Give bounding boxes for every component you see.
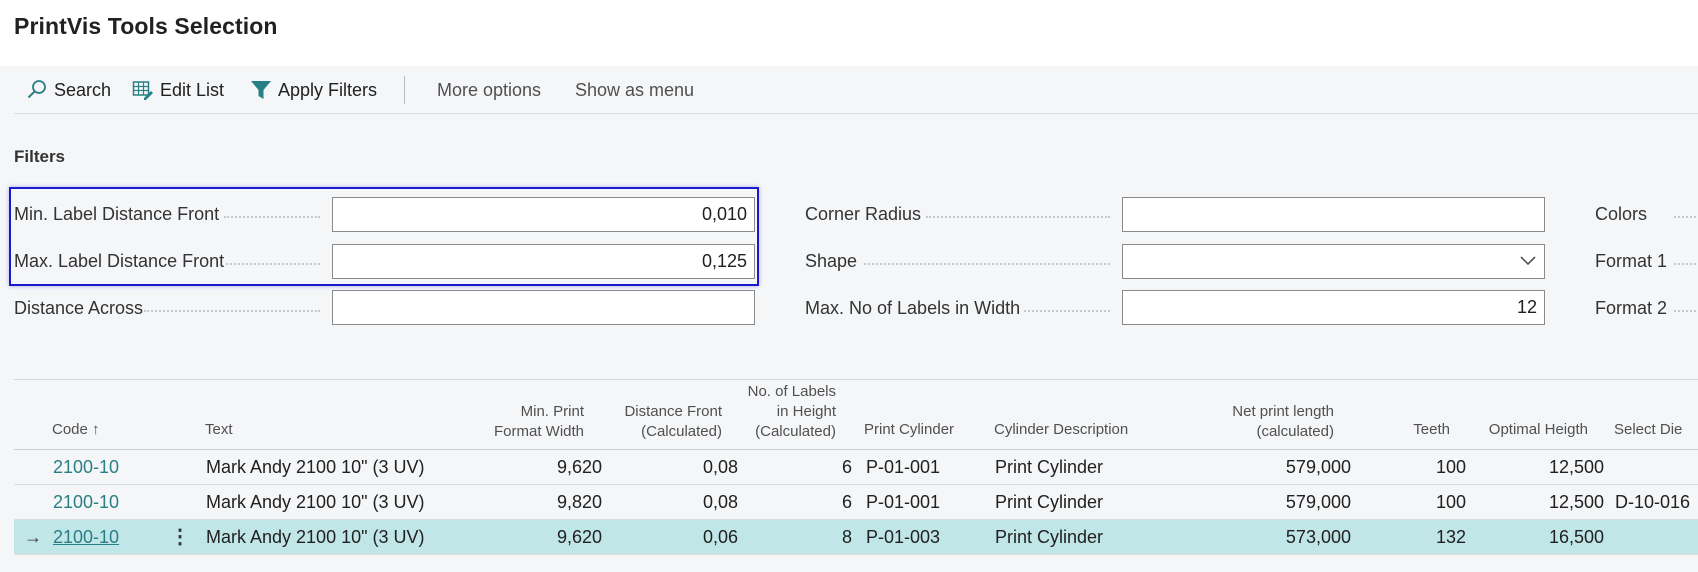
net-print-length-cell: 579,000	[1285, 492, 1351, 512]
header-line: Min. Print	[520, 403, 584, 420]
column-header-code[interactable]: Code ↑	[52, 420, 100, 440]
apply-filters-button[interactable]: Apply Filters	[250, 79, 377, 101]
cylinder-description-cell: Print Cylinder	[995, 492, 1104, 512]
dotted-leader	[1674, 310, 1696, 312]
cylinder-description-cell: Print Cylinder	[995, 527, 1104, 547]
code-link[interactable]: 2100-10	[53, 520, 119, 555]
show-as-menu-button[interactable]: Show as menu	[575, 79, 694, 101]
dotted-leader	[144, 310, 320, 312]
print-cylinder-cell: P-01-001	[866, 492, 941, 512]
teeth-cell: 132	[1435, 527, 1466, 547]
action-bar-divider	[14, 113, 1698, 114]
max-labels-in-width-label: Max. No of Labels in Width	[805, 298, 1021, 318]
column-header-select-die[interactable]: Select Die	[1614, 420, 1682, 440]
highlight-frame	[9, 187, 759, 286]
net-print-length-cell: 579,000	[1285, 457, 1351, 477]
min-print-cell: 9,620	[556, 457, 602, 477]
corner-radius-input[interactable]	[1122, 197, 1545, 232]
column-header-min-print-format-width[interactable]: Min. Print Format Width	[440, 402, 584, 442]
apply-filters-label: Apply Filters	[278, 79, 378, 100]
column-header-code-label: Code	[52, 421, 88, 438]
header-line: No. of Labels	[747, 383, 836, 400]
header-line: in Height	[776, 403, 836, 420]
header-line: (Calculated)	[641, 423, 722, 440]
table-row[interactable]: 2100-10 Mark Andy 2100 10" (3 UV) 9,620 …	[14, 450, 1698, 485]
max-labels-in-width-input[interactable]: 12	[1122, 290, 1545, 325]
text-cell: Mark Andy 2100 10" (3 UV)	[206, 492, 425, 512]
filter-icon	[250, 79, 272, 101]
min-print-cell: 9,620	[556, 527, 602, 547]
labels-in-height-cell: 6	[841, 457, 852, 477]
dotted-leader	[1674, 216, 1696, 218]
column-header-labels-in-height[interactable]: No. of Labels in Height (Calculated)	[720, 382, 836, 442]
edit-list-label: Edit List	[160, 79, 225, 100]
text-cell: Mark Andy 2100 10" (3 UV)	[206, 527, 425, 547]
corner-radius-label: Corner Radius	[805, 204, 922, 224]
teeth-cell: 100	[1435, 457, 1466, 477]
search-icon	[26, 79, 48, 101]
optimal-height-cell: 12,500	[1548, 492, 1604, 512]
chevron-down-icon	[1519, 251, 1537, 272]
more-options-button[interactable]: More options	[437, 79, 541, 101]
search-label: Search	[54, 79, 112, 100]
action-bar: Search Edit List Apply Filters More opti…	[0, 66, 1698, 114]
colors-label: Colors	[1595, 204, 1648, 224]
print-cylinder-cell: P-01-001	[866, 457, 941, 477]
distance-across-label: Distance Across	[14, 298, 144, 318]
column-header-cylinder-description[interactable]: Cylinder Description	[994, 420, 1128, 440]
sort-ascending-icon: ↑	[92, 421, 100, 438]
dotted-leader	[926, 216, 1110, 218]
header-line: (Calculated)	[755, 423, 836, 440]
labels-in-height-cell: 8	[841, 527, 852, 547]
select-die-cell[interactable]: D-10-016	[1615, 485, 1690, 520]
distance-across-input[interactable]	[332, 290, 755, 325]
row-actions-menu-icon[interactable]: ⋮	[170, 520, 190, 555]
column-header-print-cylinder[interactable]: Print Cylinder	[864, 420, 954, 440]
distance-front-cell: 0,06	[702, 527, 738, 547]
title-bar: PrintVis Tools Selection	[0, 0, 1698, 66]
column-header-net-print-length[interactable]: Net print length (calculated)	[1180, 402, 1334, 442]
column-header-distance-front[interactable]: Distance Front (Calculated)	[590, 402, 722, 442]
distance-front-cell: 0,08	[702, 492, 738, 512]
text-cell: Mark Andy 2100 10" (3 UV)	[206, 457, 425, 477]
header-line: Distance Front	[624, 403, 722, 420]
shape-select[interactable]	[1122, 244, 1545, 279]
header-line: Net print length	[1232, 403, 1334, 420]
code-link[interactable]: 2100-10	[53, 450, 119, 485]
current-row-arrow-icon: →	[24, 527, 42, 547]
column-header-text[interactable]: Text	[205, 420, 233, 440]
action-separator	[404, 76, 405, 104]
optimal-height-cell: 12,500	[1548, 457, 1604, 477]
edit-list-button[interactable]: Edit List	[132, 79, 224, 101]
format-2-label: Format 2	[1595, 298, 1668, 318]
column-header-optimal-height[interactable]: Optimal Heigth	[1468, 420, 1588, 440]
page-title: PrintVis Tools Selection	[14, 13, 278, 39]
shape-label: Shape	[805, 251, 858, 271]
column-header-teeth[interactable]: Teeth	[1370, 420, 1450, 440]
dotted-leader	[864, 263, 1110, 265]
search-button[interactable]: Search	[26, 79, 111, 101]
labels-in-height-cell: 6	[841, 492, 852, 512]
grid-top-divider	[14, 379, 1698, 380]
min-print-cell: 9,820	[556, 492, 602, 512]
cylinder-description-cell: Print Cylinder	[995, 457, 1104, 477]
optimal-height-cell: 16,500	[1548, 527, 1604, 547]
teeth-cell: 100	[1435, 492, 1466, 512]
header-line: Format Width	[493, 423, 584, 440]
dotted-leader	[1024, 310, 1110, 312]
table-row-selected[interactable]: → 2100-10 ⋮ Mark Andy 2100 10" (3 UV) 9,…	[14, 520, 1698, 555]
net-print-length-cell: 573,000	[1285, 527, 1351, 547]
filters-heading: Filters	[14, 147, 66, 166]
format-1-label: Format 1	[1595, 251, 1668, 271]
table-row[interactable]: 2100-10 Mark Andy 2100 10" (3 UV) 9,820 …	[14, 485, 1698, 520]
code-link[interactable]: 2100-10	[53, 485, 119, 520]
print-cylinder-cell: P-01-003	[866, 527, 941, 547]
dotted-leader	[1674, 263, 1696, 265]
edit-list-icon	[132, 79, 154, 101]
header-line: (calculated)	[1256, 423, 1334, 440]
distance-front-cell: 0,08	[702, 457, 738, 477]
